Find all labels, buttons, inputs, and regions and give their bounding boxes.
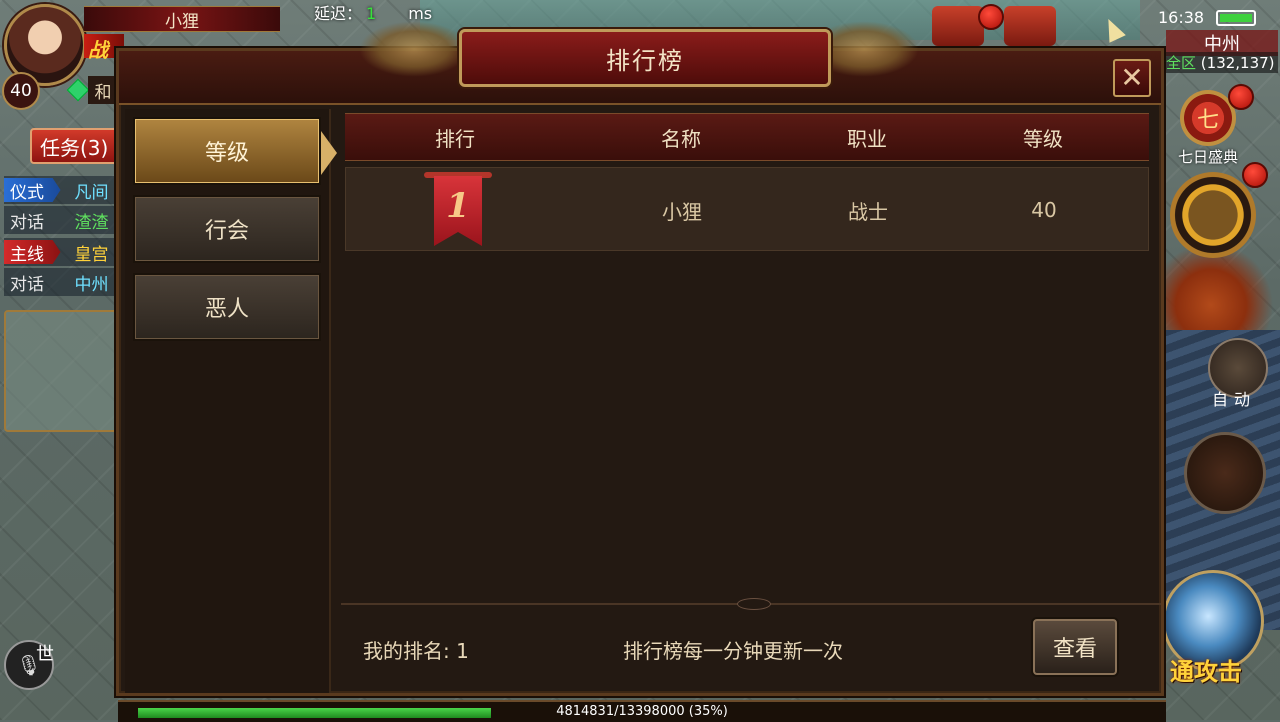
latency-label: 延迟： bbox=[314, 4, 363, 23]
dragon-ornament-icon bbox=[359, 21, 469, 77]
tab-level[interactable]: 等级 bbox=[133, 117, 321, 185]
footer-divider bbox=[341, 598, 1161, 610]
quest-tag: 主线 bbox=[4, 240, 61, 264]
dialog-title: 排行榜 bbox=[459, 29, 831, 87]
experience-text: 4814831/13398000 (35%) bbox=[556, 704, 728, 719]
table-row[interactable]: 1 小狸 战士 40 bbox=[345, 167, 1149, 251]
normal-attack-label: 通攻击 bbox=[1170, 658, 1242, 686]
minimap[interactable] bbox=[4, 310, 122, 432]
quest-tracker: 仪式 凡间 对话 渣渣 主线 皇宫 对话 中州 bbox=[4, 176, 116, 298]
row-class: 战士 bbox=[848, 199, 888, 224]
quest-item[interactable]: 主线 皇宫 bbox=[4, 238, 116, 266]
gift-bag-icon[interactable] bbox=[1004, 6, 1056, 46]
row-name: 小狸 bbox=[662, 199, 702, 224]
battery-icon bbox=[1216, 10, 1256, 26]
quest-text: 皇宫 bbox=[74, 244, 109, 265]
dialog-header: 排行榜 ✕ bbox=[119, 21, 1161, 105]
map-coordinates: 全区 (132,137) bbox=[1166, 52, 1278, 73]
quest-item[interactable]: 仪式 凡间 bbox=[4, 176, 116, 204]
update-notice: 排行榜每一分钟更新一次 bbox=[623, 639, 843, 663]
tab-guild[interactable]: 行会 bbox=[133, 195, 321, 263]
quest-text: 渣渣 bbox=[74, 212, 109, 233]
notification-dot-icon bbox=[978, 4, 1004, 30]
combat-power-glyph: 战 bbox=[88, 38, 108, 62]
row-level: 40 bbox=[1031, 198, 1057, 222]
ranking-dialog: 排行榜 ✕ 等级 行会 恶人 排行 名称 职业 等级 1 小狸 战士 40 我的… bbox=[116, 21, 1164, 696]
tab-villain[interactable]: 恶人 bbox=[133, 273, 321, 341]
rank-ribbon-icon: 1 bbox=[424, 172, 492, 246]
coordinate-value: (132,137) bbox=[1200, 54, 1275, 72]
quest-tag: 对话 bbox=[10, 212, 44, 233]
player-level-badge: 40 bbox=[2, 72, 40, 110]
table-header: 排行 名称 职业 等级 bbox=[345, 113, 1149, 161]
ranking-table: 排行 名称 职业 等级 1 小狸 战士 40 我的排名: 1 排行榜每一分钟更新… bbox=[333, 109, 1161, 693]
rank-value: 1 bbox=[434, 176, 482, 246]
quest-tag: 对话 bbox=[10, 274, 44, 295]
seven-day-label: 七日盛典 bbox=[1177, 148, 1238, 166]
experience-bar: 4814831/13398000 (35%) bbox=[118, 700, 1166, 722]
quest-tag: 仪式 bbox=[4, 178, 61, 202]
view-button[interactable]: 查看 bbox=[1033, 619, 1117, 675]
clock: 16:38 bbox=[1158, 8, 1205, 27]
quest-text: 中州 bbox=[74, 274, 109, 295]
category-sidebar: 等级 行会 恶人 bbox=[125, 109, 337, 693]
chat-channel-tag[interactable]: 世 bbox=[36, 640, 54, 666]
gift-box-icon[interactable] bbox=[932, 6, 984, 46]
zone-label: 全区 bbox=[1166, 54, 1197, 72]
player-name: 小狸 bbox=[84, 6, 280, 32]
my-rank: 我的排名: 1 bbox=[363, 639, 469, 663]
column-name: 名称 bbox=[661, 126, 701, 151]
column-rank: 排行 bbox=[435, 126, 475, 151]
notification-dot-icon bbox=[1242, 162, 1268, 188]
auto-battle-label: 自动 bbox=[1212, 390, 1257, 409]
skill-slot[interactable] bbox=[1184, 432, 1266, 514]
quest-text: 凡间 bbox=[74, 182, 109, 203]
quest-item[interactable]: 对话 渣渣 bbox=[4, 206, 116, 234]
column-level: 等级 bbox=[1023, 126, 1063, 151]
quest-item[interactable]: 对话 中州 bbox=[4, 268, 116, 296]
wings-icon[interactable] bbox=[1170, 172, 1256, 258]
close-button[interactable]: ✕ bbox=[1113, 59, 1151, 97]
notification-dot-icon bbox=[1228, 84, 1254, 110]
quest-button[interactable]: 任务(3) bbox=[30, 128, 124, 164]
pk-mode-button[interactable]: 和 bbox=[88, 76, 118, 104]
column-class: 职业 bbox=[847, 126, 887, 151]
